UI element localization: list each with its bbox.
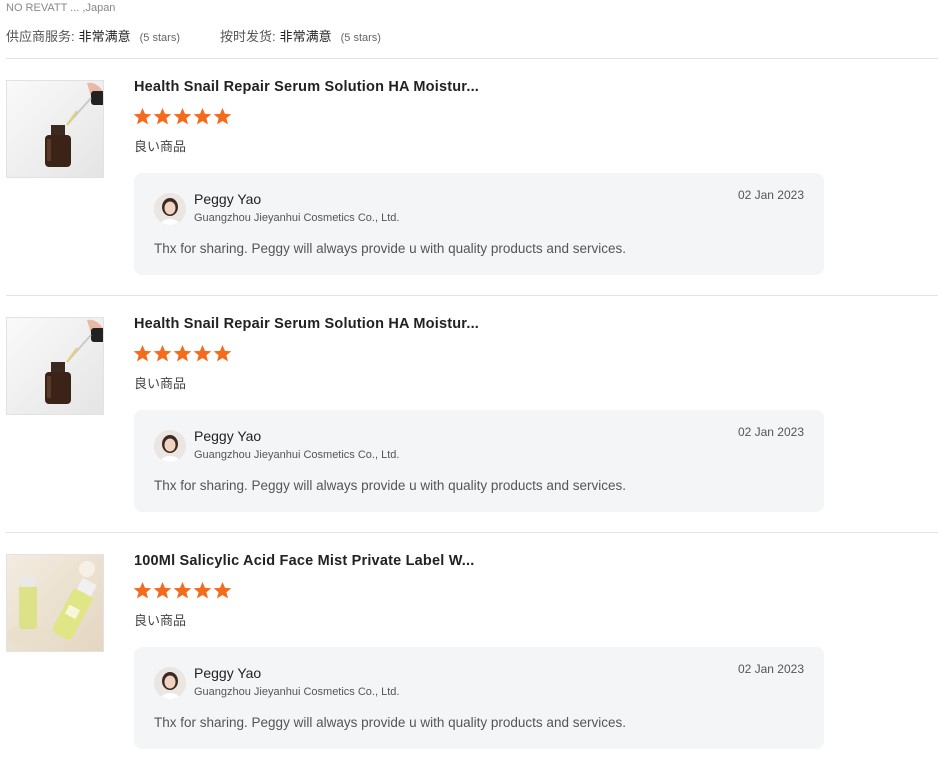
reply-author-name: Peggy Yao [194,428,262,444]
shipping-stars: (5 stars) [340,32,381,44]
star-icon [213,344,232,362]
reply-date: 02 Jan 2023 [737,662,804,676]
reply-date: 02 Jan 2023 [737,188,804,202]
avatar [154,667,186,699]
star-icon [133,344,152,362]
avatar-icon [154,667,186,699]
shipping-value: 非常满意 [279,29,332,44]
star-icon [173,344,192,362]
supplier-reply: Peggy Yao Guangzhou Jieyanhui Cosmetics … [134,647,824,749]
avatar [154,193,186,225]
review-comment: 良い商品 [134,613,187,628]
star-icon [153,581,172,599]
product-thumbnail[interactable] [6,554,104,652]
shipping-rating: 按时发货: 非常满意 (5 stars) [220,26,381,45]
star-icon [213,581,232,599]
star-icon [133,107,152,125]
face-mist-bottles-icon [7,555,103,651]
supplier-service-label: 供应商服务: [6,29,75,44]
review-item: Health Snail Repair Serum Solution HA Mo… [0,296,938,521]
star-icon [193,107,212,125]
serum-dropper-bottle-icon [7,318,103,414]
avatar-icon [154,193,186,225]
product-title[interactable]: Health Snail Repair Serum Solution HA Mo… [134,79,479,95]
supplier-service-rating: 供应商服务: 非常满意 (5 stars) [6,26,180,45]
star-rating [133,344,232,363]
avatar-icon [154,430,186,462]
supplier-service-stars: (5 stars) [139,32,180,44]
review-item: 100Ml Salicylic Acid Face Mist Private L… [0,533,938,758]
product-title[interactable]: 100Ml Salicylic Acid Face Mist Private L… [134,553,474,569]
star-icon [153,344,172,362]
product-title[interactable]: Health Snail Repair Serum Solution HA Mo… [134,316,479,332]
supplier-reply: Peggy Yao Guangzhou Jieyanhui Cosmetics … [134,173,824,275]
reply-author-name: Peggy Yao [194,665,262,681]
reply-date: 02 Jan 2023 [737,425,804,439]
reply-company: Guangzhou Jieyanhui Cosmetics Co., Ltd. [194,449,400,461]
supplier-service-value: 非常满意 [78,29,131,44]
reply-company: Guangzhou Jieyanhui Cosmetics Co., Ltd. [194,212,400,224]
reply-text: Thx for sharing. Peggy will always provi… [154,241,626,256]
header-cut-text: NO REVATT ... ,Japan [6,2,116,14]
shipping-label: 按时发货: [219,29,276,44]
star-icon [213,107,232,125]
review-comment: 良い商品 [134,139,187,154]
reply-author-name: Peggy Yao [194,191,262,207]
reply-text: Thx for sharing. Peggy will always provi… [154,478,626,493]
star-icon [173,581,192,599]
star-rating [133,107,232,126]
star-icon [193,344,212,362]
star-icon [173,107,192,125]
star-icon [193,581,212,599]
product-thumbnail[interactable] [6,317,104,415]
reply-company: Guangzhou Jieyanhui Cosmetics Co., Ltd. [194,686,400,698]
product-thumbnail[interactable] [6,80,104,178]
star-rating [133,581,232,600]
review-comment: 良い商品 [134,376,187,391]
star-icon [133,581,152,599]
supplier-rating-summary: 供应商服务: 非常满意 (5 stars) 按时发货: 非常满意 (5 star… [6,26,381,45]
avatar [154,430,186,462]
review-item: Health Snail Repair Serum Solution HA Mo… [0,59,938,284]
star-icon [153,107,172,125]
serum-dropper-bottle-icon [7,81,103,177]
reply-text: Thx for sharing. Peggy will always provi… [154,715,626,730]
supplier-reply: Peggy Yao Guangzhou Jieyanhui Cosmetics … [134,410,824,512]
